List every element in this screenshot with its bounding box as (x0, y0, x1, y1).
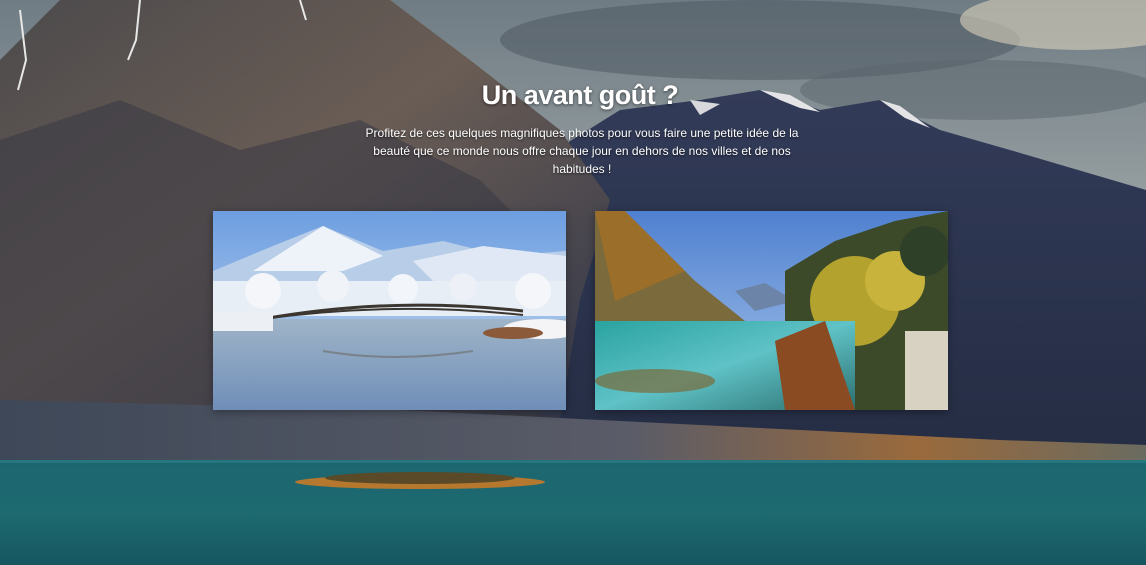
section-description: Profitez de ces quelques magnifiques pho… (365, 126, 799, 176)
gallery-photo-snowy-bridge[interactable] (213, 211, 566, 410)
section-content: Un avant goût ? Profitez de ces quelques… (0, 0, 1146, 565)
hero-section: Un avant goût ? Profitez de ces quelques… (0, 0, 1146, 565)
gallery-photo-autumn-lake[interactable] (595, 211, 948, 410)
section-title: Un avant goût ? (481, 80, 679, 110)
